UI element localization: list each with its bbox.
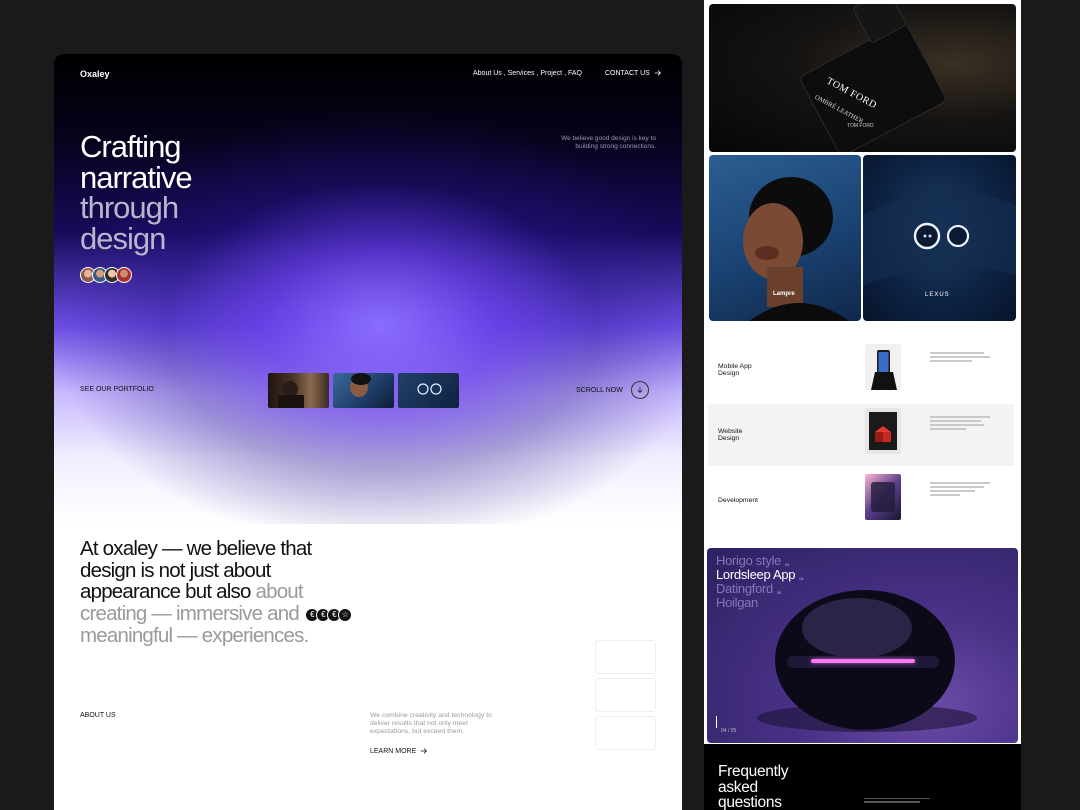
faq-section: Frequently asked questions: [704, 744, 1021, 810]
service-description: [930, 482, 990, 504]
faq-intro-text: [864, 798, 930, 805]
about-statement-grey-3: meaningful — experiences.: [80, 623, 309, 647]
perfume-brand-small: TOM FORD: [847, 123, 874, 129]
placeholder-card: [595, 716, 656, 750]
avatar-group: [80, 267, 132, 283]
about-statement-grey-2: immersive and: [176, 602, 300, 626]
nav-item-services[interactable]: Services: [508, 70, 535, 77]
service-description: [930, 352, 990, 374]
perfume-bottle-icon: [800, 4, 946, 152]
phone-hand-image: [865, 344, 901, 390]
contact-us-link[interactable]: CONTACT US: [605, 69, 662, 77]
portrait-logo: Lampre: [773, 291, 795, 297]
headlight-icon: [417, 383, 442, 395]
scroll-now-button[interactable]: SCROLL NOW: [576, 381, 649, 399]
car-logo: LEXUS: [925, 292, 950, 298]
arrow-down-icon: [630, 381, 649, 399]
device-icon: [871, 482, 895, 512]
faq-title-line: questions: [718, 794, 782, 810]
contact-us-label: CONTACT US: [605, 69, 650, 77]
project-name: Horigo style: [716, 553, 782, 568]
service-row-development[interactable]: Development: [708, 470, 1014, 532]
arrow-right-icon: [654, 70, 661, 76]
slide-counter: 04 / 05: [721, 728, 737, 734]
main-nav: About Us , Services , Project , FAQ: [473, 70, 582, 77]
portrait-icon: [350, 373, 371, 397]
learn-more-link[interactable]: LEARN MORE: [370, 747, 428, 755]
device-image: [865, 474, 901, 520]
see-portfolio-link[interactable]: SEE OUR PORTFOLIO: [80, 386, 154, 393]
avatar: [116, 267, 132, 283]
project-list: Horigo style 03 Lordsleep App 04 Datingfor…: [716, 554, 803, 610]
learn-more-label: LEARN MORE: [370, 747, 417, 755]
project-item[interactable]: Datingford 05: [716, 582, 795, 596]
project-number: 04: [799, 576, 804, 581]
portfolio-thumb-3[interactable]: [398, 373, 459, 408]
hero-tagline: We believe good design is key to buildin…: [561, 135, 656, 150]
perfume-tile[interactable]: TOM FORD OMBRÉ LEATHER TOM FORD: [709, 4, 1016, 152]
landing-page-card: Oxaley About Us , Services , Project , F…: [54, 54, 682, 810]
scroll-now-label: SCROLL NOW: [576, 386, 623, 394]
project-name: Lordsleep App: [716, 567, 796, 582]
headline-line-4: design: [80, 220, 166, 256]
project-item[interactable]: Hoilgan: [716, 596, 795, 610]
social-icons-group: € € € ☆: [304, 607, 352, 622]
faq-title: Frequently asked questions: [718, 763, 789, 810]
project-item[interactable]: Horigo style 03: [716, 554, 795, 568]
progress-indicator: [716, 716, 717, 728]
about-description: We combine creativity and technology to …: [370, 712, 492, 735]
service-row-website[interactable]: Website Design: [708, 404, 1014, 466]
nav-item-project[interactable]: Project: [540, 70, 562, 77]
project-showcase[interactable]: Horigo style 03 Lordsleep App 04 Datingfor…: [707, 548, 1018, 743]
service-label: Website Design: [718, 428, 742, 442]
service-description: [930, 416, 990, 438]
about-statement: At oxaley — we believe that design is no…: [80, 538, 360, 647]
project-name: Datingford: [716, 581, 773, 596]
service-label: Mobile App Design: [718, 363, 752, 377]
nav-item-about[interactable]: About Us: [473, 70, 502, 77]
headline-line-3: through: [80, 190, 179, 225]
showcase-column: TOM FORD OMBRÉ LEATHER TOM FORD Lampre L…: [704, 0, 1021, 810]
cube-image: [865, 408, 901, 454]
service-label-line: Development: [718, 497, 759, 504]
hero-headline: Crafting narrative through design: [80, 129, 193, 256]
project-name: Hoilgan: [716, 595, 758, 610]
brand-logo[interactable]: Oxaley: [80, 69, 110, 79]
faq-title-line: Frequently: [718, 763, 789, 780]
service-label-line: Mobile App: [718, 363, 752, 370]
cube-icon: [869, 412, 897, 450]
portfolio-thumbnails: [268, 373, 459, 408]
headline-line-1: Crafting: [80, 129, 182, 164]
portfolio-thumb-1[interactable]: [268, 373, 329, 408]
service-label-line: Website: [718, 428, 743, 435]
portfolio-thumb-2[interactable]: [333, 373, 394, 408]
service-row-mobile[interactable]: Mobile App Design: [708, 340, 1014, 402]
placeholder-card: [595, 640, 656, 674]
arrow-right-icon: [421, 748, 428, 754]
hero-section: Oxaley About Us , Services , Project , F…: [54, 54, 682, 524]
placeholder-card: [595, 678, 656, 712]
faq-title-line: asked: [718, 778, 758, 796]
headline-line-2: narrative: [80, 159, 193, 195]
nav-item-faq[interactable]: FAQ: [568, 70, 582, 77]
phone-icon: [871, 350, 897, 390]
car-tile[interactable]: LEXUS: [863, 155, 1016, 321]
service-label-line: Design: [718, 435, 740, 442]
person-icon: [278, 381, 304, 408]
about-us-label: ABOUT US: [80, 712, 116, 719]
service-label-line: Design: [718, 370, 740, 377]
project-item-active[interactable]: Lordsleep App 04: [716, 567, 803, 582]
star-icon[interactable]: ☆: [337, 607, 352, 622]
portrait-tile[interactable]: Lampre: [709, 155, 861, 321]
service-label: Development: [718, 497, 758, 504]
